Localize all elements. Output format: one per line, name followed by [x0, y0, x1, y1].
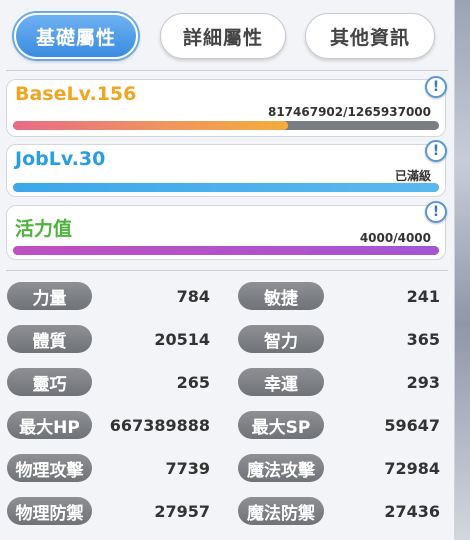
job-exp-bar — [13, 183, 439, 192]
vitality-card: 活力值 4000/4000 — [6, 205, 446, 260]
stat-matk-value: 72984 — [384, 458, 440, 478]
stat-agi-value: 241 — [406, 286, 440, 306]
stat-maxhp-value: 667389888 — [109, 415, 210, 435]
stat-luk-label: 幸運 — [238, 368, 324, 396]
stat-dex-label: 靈巧 — [7, 368, 92, 396]
stat-patk-label: 物理攻擊 — [7, 454, 92, 482]
stat-dex-value: 265 — [176, 372, 210, 392]
job-level-card: JobLv.30 已滿級 — [6, 144, 446, 197]
tab-detailed-attributes[interactable]: 詳細屬性 — [160, 13, 286, 59]
background-edge — [455, 0, 470, 540]
stat-vit-label: 體質 — [7, 325, 92, 353]
vitality-bar-fill — [13, 246, 439, 255]
stat-matk-label: 魔法攻擊 — [238, 454, 324, 482]
vitality-info-icon[interactable]: ! — [425, 201, 447, 223]
divider — [6, 270, 448, 271]
job-level-title: JobLv.30 — [15, 148, 106, 170]
job-info-icon[interactable]: ! — [425, 140, 447, 162]
base-exp-text: 817467902/1265937000 — [267, 105, 431, 119]
tab-basic-attributes[interactable]: 基礎屬性 — [14, 13, 138, 59]
stat-str-value: 784 — [176, 286, 210, 306]
base-level-title: BaseLv.156 — [15, 83, 137, 105]
stat-str-label: 力量 — [7, 282, 92, 310]
stat-maxsp-label: 最大SP — [238, 411, 324, 439]
stat-int-value: 365 — [406, 329, 440, 349]
tab-other-info[interactable]: 其他資訊 — [305, 13, 435, 59]
stat-vit-value: 20514 — [154, 329, 210, 349]
stat-mdef-value: 27436 — [384, 501, 440, 521]
stat-int-label: 智力 — [238, 325, 324, 353]
base-exp-bar — [13, 121, 439, 130]
base-info-icon[interactable]: ! — [425, 76, 447, 98]
base-level-card: BaseLv.156 817467902/1265937000 — [6, 79, 446, 137]
stat-pdef-label: 物理防禦 — [7, 497, 92, 525]
vitality-bar — [13, 246, 439, 255]
attribute-panel: 基礎屬性 詳細屬性 其他資訊 BaseLv.156 817467902/1265… — [0, 0, 455, 540]
job-status-text: 已滿級 — [394, 169, 431, 183]
stat-patk-value: 7739 — [165, 458, 210, 478]
vitality-title: 活力值 — [15, 218, 73, 240]
base-exp-bar-fill — [13, 121, 289, 130]
stat-maxsp-value: 59647 — [384, 415, 440, 435]
divider — [6, 70, 448, 71]
stat-luk-value: 293 — [406, 372, 440, 392]
stat-maxhp-label: 最大HP — [7, 411, 92, 439]
vitality-value-text: 4000/4000 — [359, 231, 431, 245]
job-exp-bar-fill — [13, 183, 439, 192]
stat-pdef-value: 27957 — [154, 501, 210, 521]
stat-mdef-label: 魔法防禦 — [238, 497, 324, 525]
stat-agi-label: 敏捷 — [238, 282, 324, 310]
